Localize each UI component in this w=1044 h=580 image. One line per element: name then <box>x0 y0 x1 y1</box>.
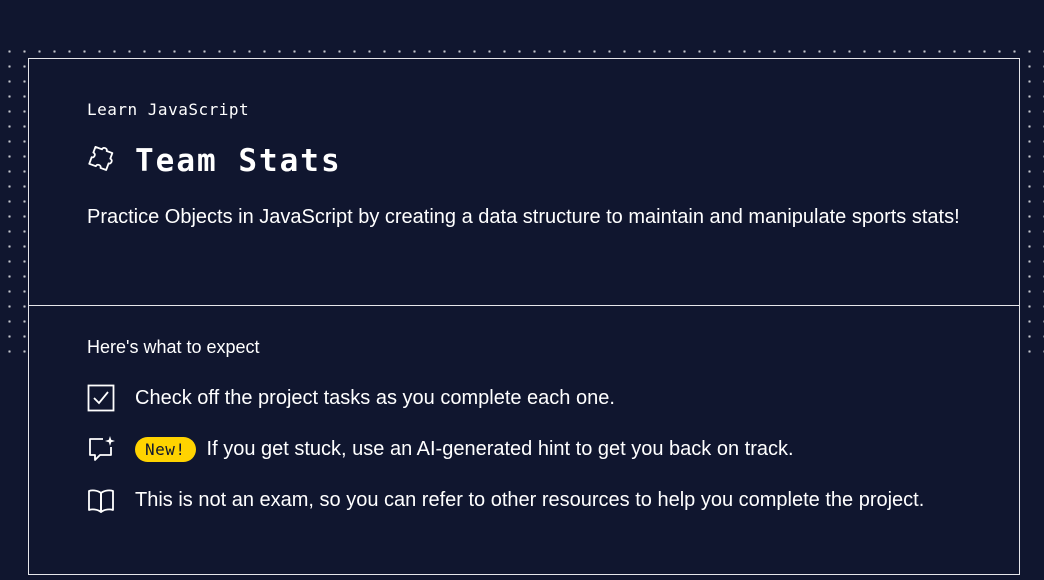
checkbox-icon <box>87 384 115 412</box>
expect-item-text: Check off the project tasks as you compl… <box>135 386 615 409</box>
expect-item-ai-hint: New! If you get stuck, use an AI-generat… <box>87 435 794 463</box>
project-intro-card: Learn JavaScript Team Stats Practice Obj… <box>28 58 1020 575</box>
page-title: Team Stats <box>135 143 342 179</box>
expect-item-checklist: Check off the project tasks as you compl… <box>87 384 615 412</box>
puzzle-piece-icon <box>88 146 114 171</box>
expect-heading: Here's what to expect <box>87 337 260 357</box>
new-badge: New! <box>135 436 196 462</box>
ai-hint-icon <box>89 436 115 461</box>
expect-item-text: If you get stuck, use an AI-generated hi… <box>206 437 794 460</box>
expect-item-resources: This is not an exam, so you can refer to… <box>87 486 924 514</box>
card-header: Learn JavaScript Team Stats Practice Obj… <box>29 59 1019 306</box>
project-description: Practice Objects in JavaScript by creati… <box>87 206 960 228</box>
book-icon <box>88 489 114 513</box>
title-row: Team Stats <box>87 143 342 179</box>
expect-item-text: This is not an exam, so you can refer to… <box>135 488 925 511</box>
course-name: Learn JavaScript <box>87 100 250 119</box>
